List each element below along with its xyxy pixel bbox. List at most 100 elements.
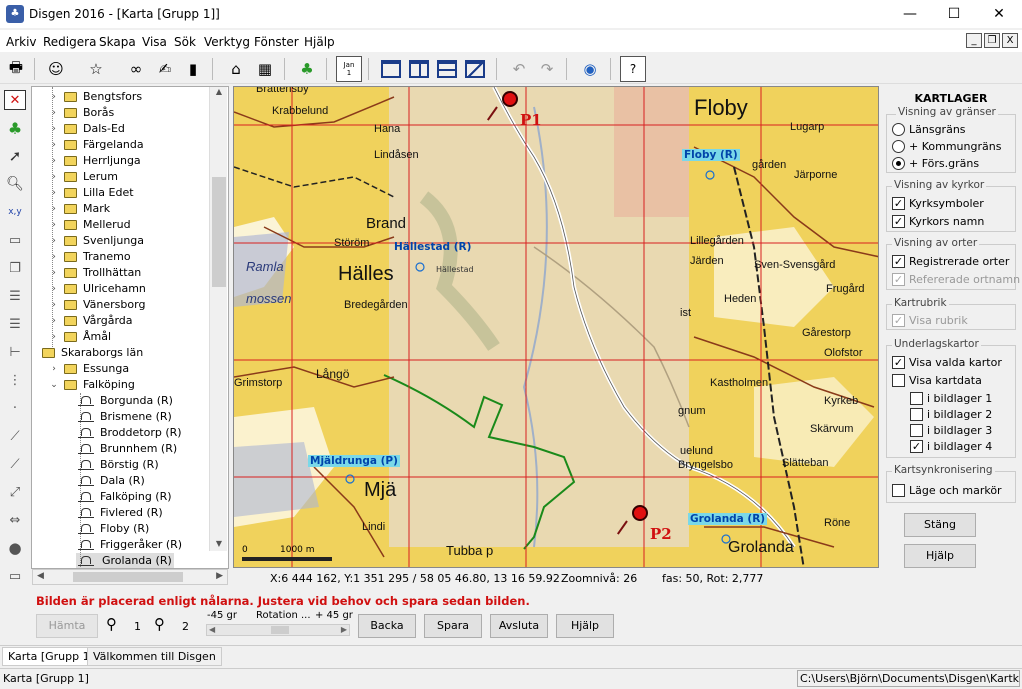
- tree-folder-item[interactable]: › Vårgårda: [48, 313, 132, 329]
- radio-control[interactable]: [892, 140, 905, 153]
- radio-forsgrans[interactable]: + Förs.gräns: [892, 157, 979, 170]
- chevron-right-icon[interactable]: ›: [48, 105, 60, 121]
- list-2-icon[interactable]: ☰: [4, 314, 26, 334]
- checkbox-control[interactable]: ✓: [892, 197, 905, 210]
- chevron-right-icon[interactable]: ›: [48, 169, 60, 185]
- tree-folder-item[interactable]: ⌄ Falköping: [48, 377, 135, 393]
- printer-icon[interactable]: 🖶: [3, 56, 29, 82]
- finish-button[interactable]: Avsluta: [490, 614, 548, 638]
- calendar-icon[interactable]: Jan 1: [336, 56, 362, 82]
- dot-icon[interactable]: ·: [4, 398, 26, 418]
- panel-help-button[interactable]: Hjälp: [904, 544, 976, 568]
- map-view[interactable]: 0 1000 m Brattensby Krabbelund Hana Lindåse…: [233, 86, 879, 568]
- checkbox-visa-kartdata[interactable]: Visa kartdata: [892, 374, 982, 387]
- minimize-button[interactable]: —: [887, 0, 933, 28]
- chevron-right-icon[interactable]: ›: [48, 281, 60, 297]
- tree-hscroll-thumb[interactable]: [73, 572, 183, 582]
- tree-folder-item[interactable]: › Vänersborg: [48, 297, 145, 313]
- checkbox-control[interactable]: [910, 392, 923, 405]
- tree-parish-item[interactable]: Falköping (R): [76, 489, 172, 505]
- tree-folder-item[interactable]: › Bengtsfors: [48, 89, 142, 105]
- close-panel-button[interactable]: Stäng: [904, 513, 976, 537]
- pointer-icon[interactable]: ➚: [4, 146, 26, 166]
- rectangle-icon[interactable]: ▭: [4, 566, 26, 586]
- maximize-button[interactable]: ☐: [931, 0, 977, 28]
- tree-parish-item[interactable]: Floby (R): [76, 521, 149, 537]
- chevron-right-icon[interactable]: ›: [48, 153, 60, 169]
- layers-icon[interactable]: ❐: [4, 258, 26, 278]
- menu-hjalp[interactable]: Hjälp: [304, 35, 335, 49]
- fetch-button[interactable]: Hämta: [36, 614, 98, 638]
- circle-icon[interactable]: ●: [4, 538, 26, 558]
- move-icon[interactable]: ⇔: [4, 510, 26, 530]
- chevron-right-icon[interactable]: ›: [48, 313, 60, 329]
- parish-label[interactable]: Mjäldrunga (P): [308, 455, 400, 467]
- checkbox-control[interactable]: [910, 408, 923, 421]
- redo-icon[interactable]: ↷: [534, 56, 560, 82]
- checkbox-control[interactable]: [892, 484, 905, 497]
- chevron-down-icon[interactable]: ⌄: [48, 377, 60, 393]
- tree-structure-icon[interactable]: ⊢: [4, 342, 26, 362]
- save-button[interactable]: Spara: [424, 614, 482, 638]
- tree-folder-item[interactable]: › Dals-Ed: [48, 121, 125, 137]
- mdi-close-button[interactable]: X: [1002, 33, 1018, 48]
- chevron-right-icon[interactable]: ›: [48, 185, 60, 201]
- list-icon[interactable]: ☰: [4, 286, 26, 306]
- chevron-right-icon[interactable]: ›: [48, 361, 60, 377]
- mdi-restore-button[interactable]: ❐: [984, 33, 1000, 48]
- hand-note-icon[interactable]: ✍: [152, 56, 178, 82]
- line-icon[interactable]: ⟋: [4, 426, 26, 446]
- polyline-icon[interactable]: ⟋: [4, 454, 26, 474]
- tree-folder-item[interactable]: › Borås: [48, 105, 114, 121]
- pin-2-icon[interactable]: ⚲: [154, 615, 174, 637]
- tree-parish-item[interactable]: Broddetorp (R): [76, 425, 182, 441]
- checkbox-control[interactable]: ✓: [892, 255, 905, 268]
- menu-verktyg[interactable]: Verktyg: [204, 35, 250, 49]
- tree-folder-item[interactable]: › Lilla Edet: [48, 185, 133, 201]
- tree-parish-item[interactable]: Borgunda (R): [76, 393, 173, 409]
- tree-folder-item[interactable]: Skaraborgs län: [38, 345, 143, 361]
- menu-visa[interactable]: Visa: [142, 35, 167, 49]
- close-button[interactable]: ✕: [976, 0, 1022, 28]
- chevron-right-icon[interactable]: ›: [48, 217, 60, 233]
- tree-folder-item[interactable]: › Mark: [48, 201, 110, 217]
- county-map-icon[interactable]: ♣: [4, 118, 26, 138]
- tab-welcome[interactable]: Välkommen till Disgen: [87, 647, 222, 666]
- globe-icon[interactable]: ◉: [577, 56, 603, 82]
- map-pin-icon[interactable]: [502, 91, 518, 107]
- tree-horizontal-scrollbar[interactable]: ◀ ▶: [32, 569, 228, 585]
- chevron-right-icon[interactable]: ›: [48, 89, 60, 105]
- checkbox-bildlager-3[interactable]: i bildlager 3: [910, 424, 992, 437]
- tree-parish-item[interactable]: Börstig (R): [76, 457, 159, 473]
- tree-parish-item[interactable]: Dala (R): [76, 473, 145, 489]
- tree-parish-item[interactable]: Friggeråker (R): [76, 537, 182, 553]
- chevron-right-icon[interactable]: ›: [48, 121, 60, 137]
- tree-folder-item[interactable]: › Tranemo: [48, 249, 130, 265]
- tree-folder-item[interactable]: › Färgelanda: [48, 137, 143, 153]
- layout-2-icon[interactable]: [406, 56, 432, 82]
- chevron-right-icon[interactable]: ›: [48, 233, 60, 249]
- checkbox-bildlager-2[interactable]: i bildlager 2: [910, 408, 992, 421]
- checkbox-control[interactable]: ✓: [892, 314, 905, 327]
- checkbox-control[interactable]: ✓: [910, 440, 923, 453]
- checkbox-control[interactable]: ✓: [892, 273, 905, 286]
- chevron-right-icon[interactable]: ›: [48, 297, 60, 313]
- coordinate-icon[interactable]: x,y: [4, 202, 26, 222]
- mdi-minimize-button[interactable]: _: [966, 33, 982, 48]
- bottom-help-button[interactable]: Hjälp: [556, 614, 614, 638]
- chevron-right-icon[interactable]: ›: [48, 201, 60, 217]
- chevron-right-icon[interactable]: ›: [48, 137, 60, 153]
- radio-lansgrans[interactable]: Länsgräns: [892, 123, 966, 136]
- layout-4-icon[interactable]: [462, 56, 488, 82]
- node-edit-icon[interactable]: ⤢: [4, 482, 26, 502]
- checkbox-control[interactable]: [892, 374, 905, 387]
- zoom-icon[interactable]: 🔍︎: [4, 174, 26, 194]
- radio-kommungrans[interactable]: + Kommungräns: [892, 140, 1001, 153]
- map-pin-icon[interactable]: [632, 505, 648, 521]
- tree-folder-item[interactable]: › Ulricehamn: [48, 281, 146, 297]
- menu-redigera[interactable]: Redigera: [43, 35, 96, 49]
- map-county-icon[interactable]: ♣: [294, 56, 320, 82]
- checkbox-control[interactable]: [910, 424, 923, 437]
- parish-label[interactable]: Floby (R): [682, 149, 740, 161]
- tree-folder-item[interactable]: › Essunga: [48, 361, 129, 377]
